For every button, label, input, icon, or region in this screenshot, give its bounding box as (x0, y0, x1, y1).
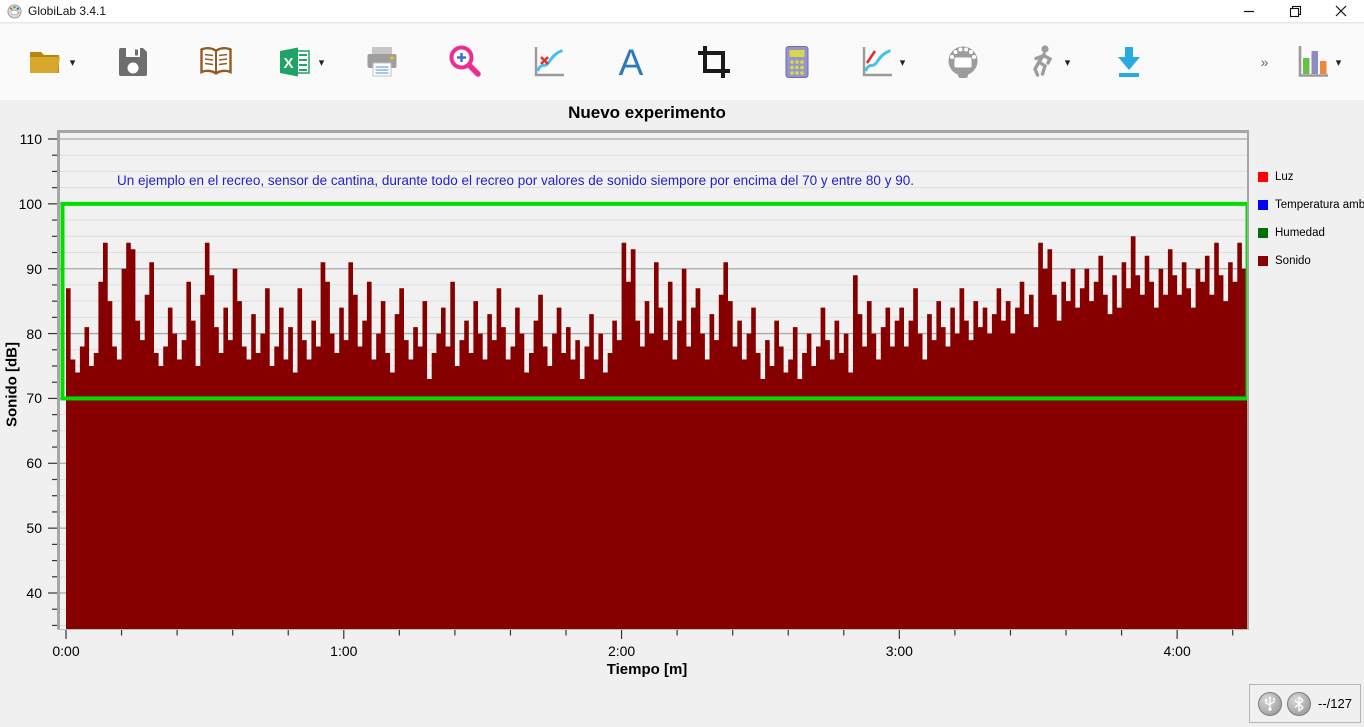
save-icon (113, 42, 153, 82)
zoom-button[interactable] (437, 36, 493, 88)
calculator-icon (777, 42, 817, 82)
chevron-down-icon: ▾ (319, 56, 325, 69)
legend-label: Humedad (1275, 227, 1325, 239)
excel-export-button[interactable]: X ▾ (271, 36, 327, 88)
legend-item[interactable]: Temperatura amb (1258, 191, 1364, 219)
chevron-down-icon: ▾ (1065, 56, 1071, 69)
save-button[interactable] (105, 36, 161, 88)
toolbar-overflow-button[interactable]: » (1250, 54, 1280, 70)
open-file-icon (25, 42, 67, 82)
logger-device-button[interactable] (935, 36, 991, 88)
legend-swatch (1258, 172, 1268, 182)
graph-display-icon (855, 42, 897, 82)
crop-button[interactable] (686, 36, 742, 88)
plot-area[interactable] (45, 130, 1249, 644)
x-tick-label: 3:00 (867, 642, 931, 660)
usb-connection-button[interactable] (1258, 692, 1282, 716)
legend-swatch (1258, 200, 1268, 210)
text-annotation-button[interactable]: A (603, 36, 659, 88)
svg-text:A: A (619, 42, 644, 82)
connection-status-box: --/127 (1249, 684, 1361, 723)
chart-annotation[interactable]: Un ejemplo en el recreo, sensor de canti… (117, 173, 914, 188)
bluetooth-icon (1293, 696, 1305, 712)
x-tick-label: 0:00 (34, 642, 98, 660)
chevron-down-icon: ▾ (70, 56, 76, 69)
x-axis-title: Tiempo [m] (45, 661, 1249, 678)
download-icon (1109, 42, 1149, 82)
print-icon (362, 42, 402, 82)
download-button[interactable] (1101, 36, 1157, 88)
y-tick-label: 100 (0, 195, 42, 213)
y-tick-label: 60 (0, 454, 42, 472)
x-tick-label: 2:00 (590, 642, 654, 660)
legend-label: Sonido (1275, 255, 1311, 267)
delete-marker-icon (528, 42, 568, 82)
usb-icon (1263, 696, 1277, 712)
excel-export-icon: X (274, 42, 316, 82)
y-axis-title: Sonido [dB] (4, 340, 21, 430)
minimize-icon (1243, 5, 1255, 17)
x-tick-label: 4:00 (1145, 642, 1209, 660)
legend-swatch (1258, 256, 1268, 266)
bluetooth-connection-button[interactable] (1287, 692, 1311, 716)
y-tick-label: 50 (0, 519, 42, 537)
open-file-button[interactable]: ▾ (22, 36, 78, 88)
legend-label: Luz (1275, 171, 1294, 183)
legend-label: Temperatura amb (1275, 199, 1364, 211)
run-experiment-button[interactable]: ▾ (1018, 36, 1074, 88)
window-title: GlobiLab 3.4.1 (28, 4, 106, 18)
app-logo-icon (7, 4, 22, 19)
legend-item[interactable]: Luz (1258, 163, 1364, 191)
minimize-button[interactable] (1226, 0, 1272, 22)
close-icon (1335, 5, 1347, 17)
text-annotation-icon: A (611, 42, 651, 82)
close-button[interactable] (1318, 0, 1364, 22)
chart-title: Nuevo experimento (45, 103, 1249, 123)
logger-device-icon (943, 42, 983, 82)
chevron-down-icon: ▾ (1336, 56, 1342, 69)
chart-type-button[interactable]: ▾ (1288, 36, 1344, 88)
crop-icon (694, 42, 734, 82)
y-tick-label: 40 (0, 584, 42, 602)
y-tick-label: 90 (0, 260, 42, 278)
device-counter: --/127 (1318, 696, 1352, 711)
run-experiment-icon (1022, 42, 1062, 82)
y-tick-label: 110 (0, 130, 42, 148)
x-tick-label: 1:00 (312, 642, 376, 660)
toolbar: ▾ X (0, 24, 1364, 100)
calculator-button[interactable] (769, 36, 825, 88)
svg-text:X: X (283, 55, 293, 72)
legend-item[interactable]: Humedad (1258, 219, 1364, 247)
restore-button[interactable] (1272, 0, 1318, 22)
notebook-icon (195, 42, 237, 82)
print-button[interactable] (354, 36, 410, 88)
delete-marker-button[interactable] (520, 36, 576, 88)
legend-item[interactable]: Sonido (1258, 247, 1364, 275)
restore-icon (1289, 5, 1302, 18)
zoom-icon (445, 42, 485, 82)
notebook-button[interactable] (188, 36, 244, 88)
app-window: GlobiLab 3.4.1 (0, 0, 1364, 727)
title-bar: GlobiLab 3.4.1 (0, 0, 1364, 23)
legend: Luz Temperatura amb Humedad Sonido (1258, 163, 1364, 275)
graph-display-button[interactable]: ▾ (852, 36, 908, 88)
chevron-down-icon: ▾ (900, 56, 906, 69)
legend-swatch (1258, 228, 1268, 238)
chart-type-icon (1291, 42, 1333, 82)
